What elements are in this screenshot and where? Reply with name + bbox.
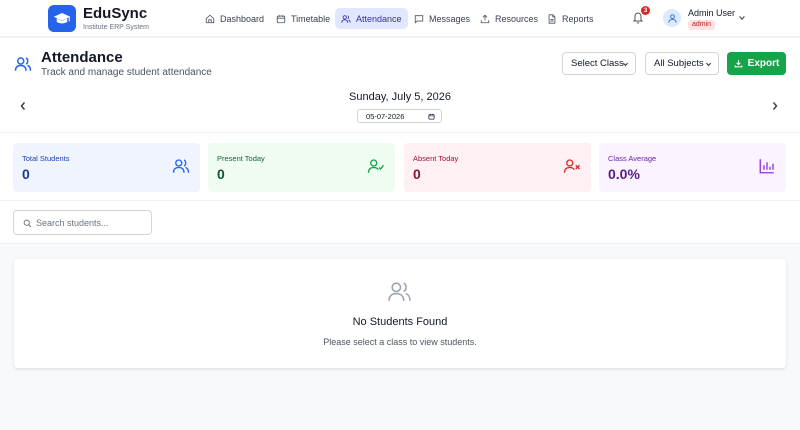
students-panel: [14, 259, 786, 368]
user-x-icon: [563, 159, 580, 173]
calendar-icon: [428, 113, 435, 120]
bar-chart-icon: [759, 159, 774, 174]
download-icon: [734, 60, 743, 68]
brand-subtitle: Institute ERP System: [83, 24, 150, 31]
message-icon: [414, 14, 424, 24]
stat-label: Total Students: [22, 154, 70, 163]
search-input[interactable]: [36, 215, 146, 231]
nav-item-messages[interactable]: Messages: [408, 8, 476, 29]
empty-state-message: Please select a class to view students.: [323, 337, 477, 347]
nav-item-resources[interactable]: Resources: [474, 8, 544, 29]
brand-name: EduSync: [83, 5, 148, 22]
divider: [0, 132, 800, 133]
upload-icon: [480, 14, 490, 23]
nav-item-timetable[interactable]: Timetable: [270, 8, 336, 29]
stat-value: 0: [217, 166, 225, 182]
date-input-value: 05-07-2026: [366, 111, 405, 121]
users-icon: [388, 282, 411, 301]
stat-card-present: Present Today 0: [208, 143, 395, 192]
calendar-icon: [276, 14, 286, 23]
subject-select-value: All Subjects: [654, 58, 704, 69]
class-select-value: Select Class: [571, 58, 624, 69]
stat-value: 0: [22, 166, 30, 182]
subject-select[interactable]: All Subjects: [645, 52, 719, 75]
nav-label: Reports: [562, 13, 594, 24]
nav-label: Dashboard: [220, 13, 265, 24]
chevron-down-icon: [622, 62, 629, 67]
search-box[interactable]: [13, 210, 152, 235]
file-icon: [548, 13, 556, 24]
users-icon: [341, 14, 351, 23]
nav-label: Resources: [495, 13, 539, 24]
stat-label: Class Average: [608, 154, 657, 163]
export-label: Export: [747, 58, 780, 69]
chevron-down-icon: [705, 62, 712, 67]
stat-value: 0.0%: [608, 166, 640, 182]
chevron-right-icon[interactable]: [771, 101, 779, 111]
users-icon: [172, 159, 190, 173]
nav-label: Timetable: [291, 13, 331, 24]
user-check-icon: [367, 159, 385, 173]
graduation-cap-icon: [53, 12, 71, 23]
stat-label: Present Today: [217, 154, 265, 163]
nav-label: Messages: [429, 13, 471, 24]
nav-item-reports[interactable]: Reports: [541, 8, 600, 29]
current-date-label: Sunday, July 5, 2026: [349, 91, 451, 103]
avatar[interactable]: [663, 9, 681, 27]
home-icon: [205, 14, 215, 23]
user-name: Admin User: [688, 8, 736, 18]
users-icon: [14, 57, 32, 71]
nav-item-dashboard[interactable]: Dashboard: [199, 8, 270, 29]
search-icon: [23, 219, 32, 228]
logo[interactable]: [48, 5, 76, 32]
page-subtitle: Track and manage student attendance: [41, 67, 212, 78]
nav-item-attendance[interactable]: Attendance: [335, 8, 408, 29]
stat-card-total: Total Students 0: [13, 143, 200, 192]
notification-badge: 3: [641, 6, 650, 15]
stat-value: 0: [413, 166, 421, 182]
empty-state-title: No Students Found: [352, 316, 448, 328]
class-select[interactable]: Select Class: [562, 52, 636, 75]
stat-card-absent: Absent Today 0: [404, 143, 591, 192]
chevron-down-icon[interactable]: [738, 14, 746, 22]
export-button[interactable]: Export: [727, 52, 786, 75]
date-picker-input[interactable]: 05-07-2026: [357, 109, 442, 123]
user-role-badge: admin: [688, 20, 716, 30]
stat-card-average: Class Average 0.0%: [599, 143, 786, 192]
nav-label: Attendance: [356, 13, 402, 24]
stat-label: Absent Today: [413, 154, 459, 163]
user-icon: [667, 13, 677, 23]
page-title: Attendance: [41, 49, 123, 66]
chevron-left-icon[interactable]: [19, 101, 27, 111]
